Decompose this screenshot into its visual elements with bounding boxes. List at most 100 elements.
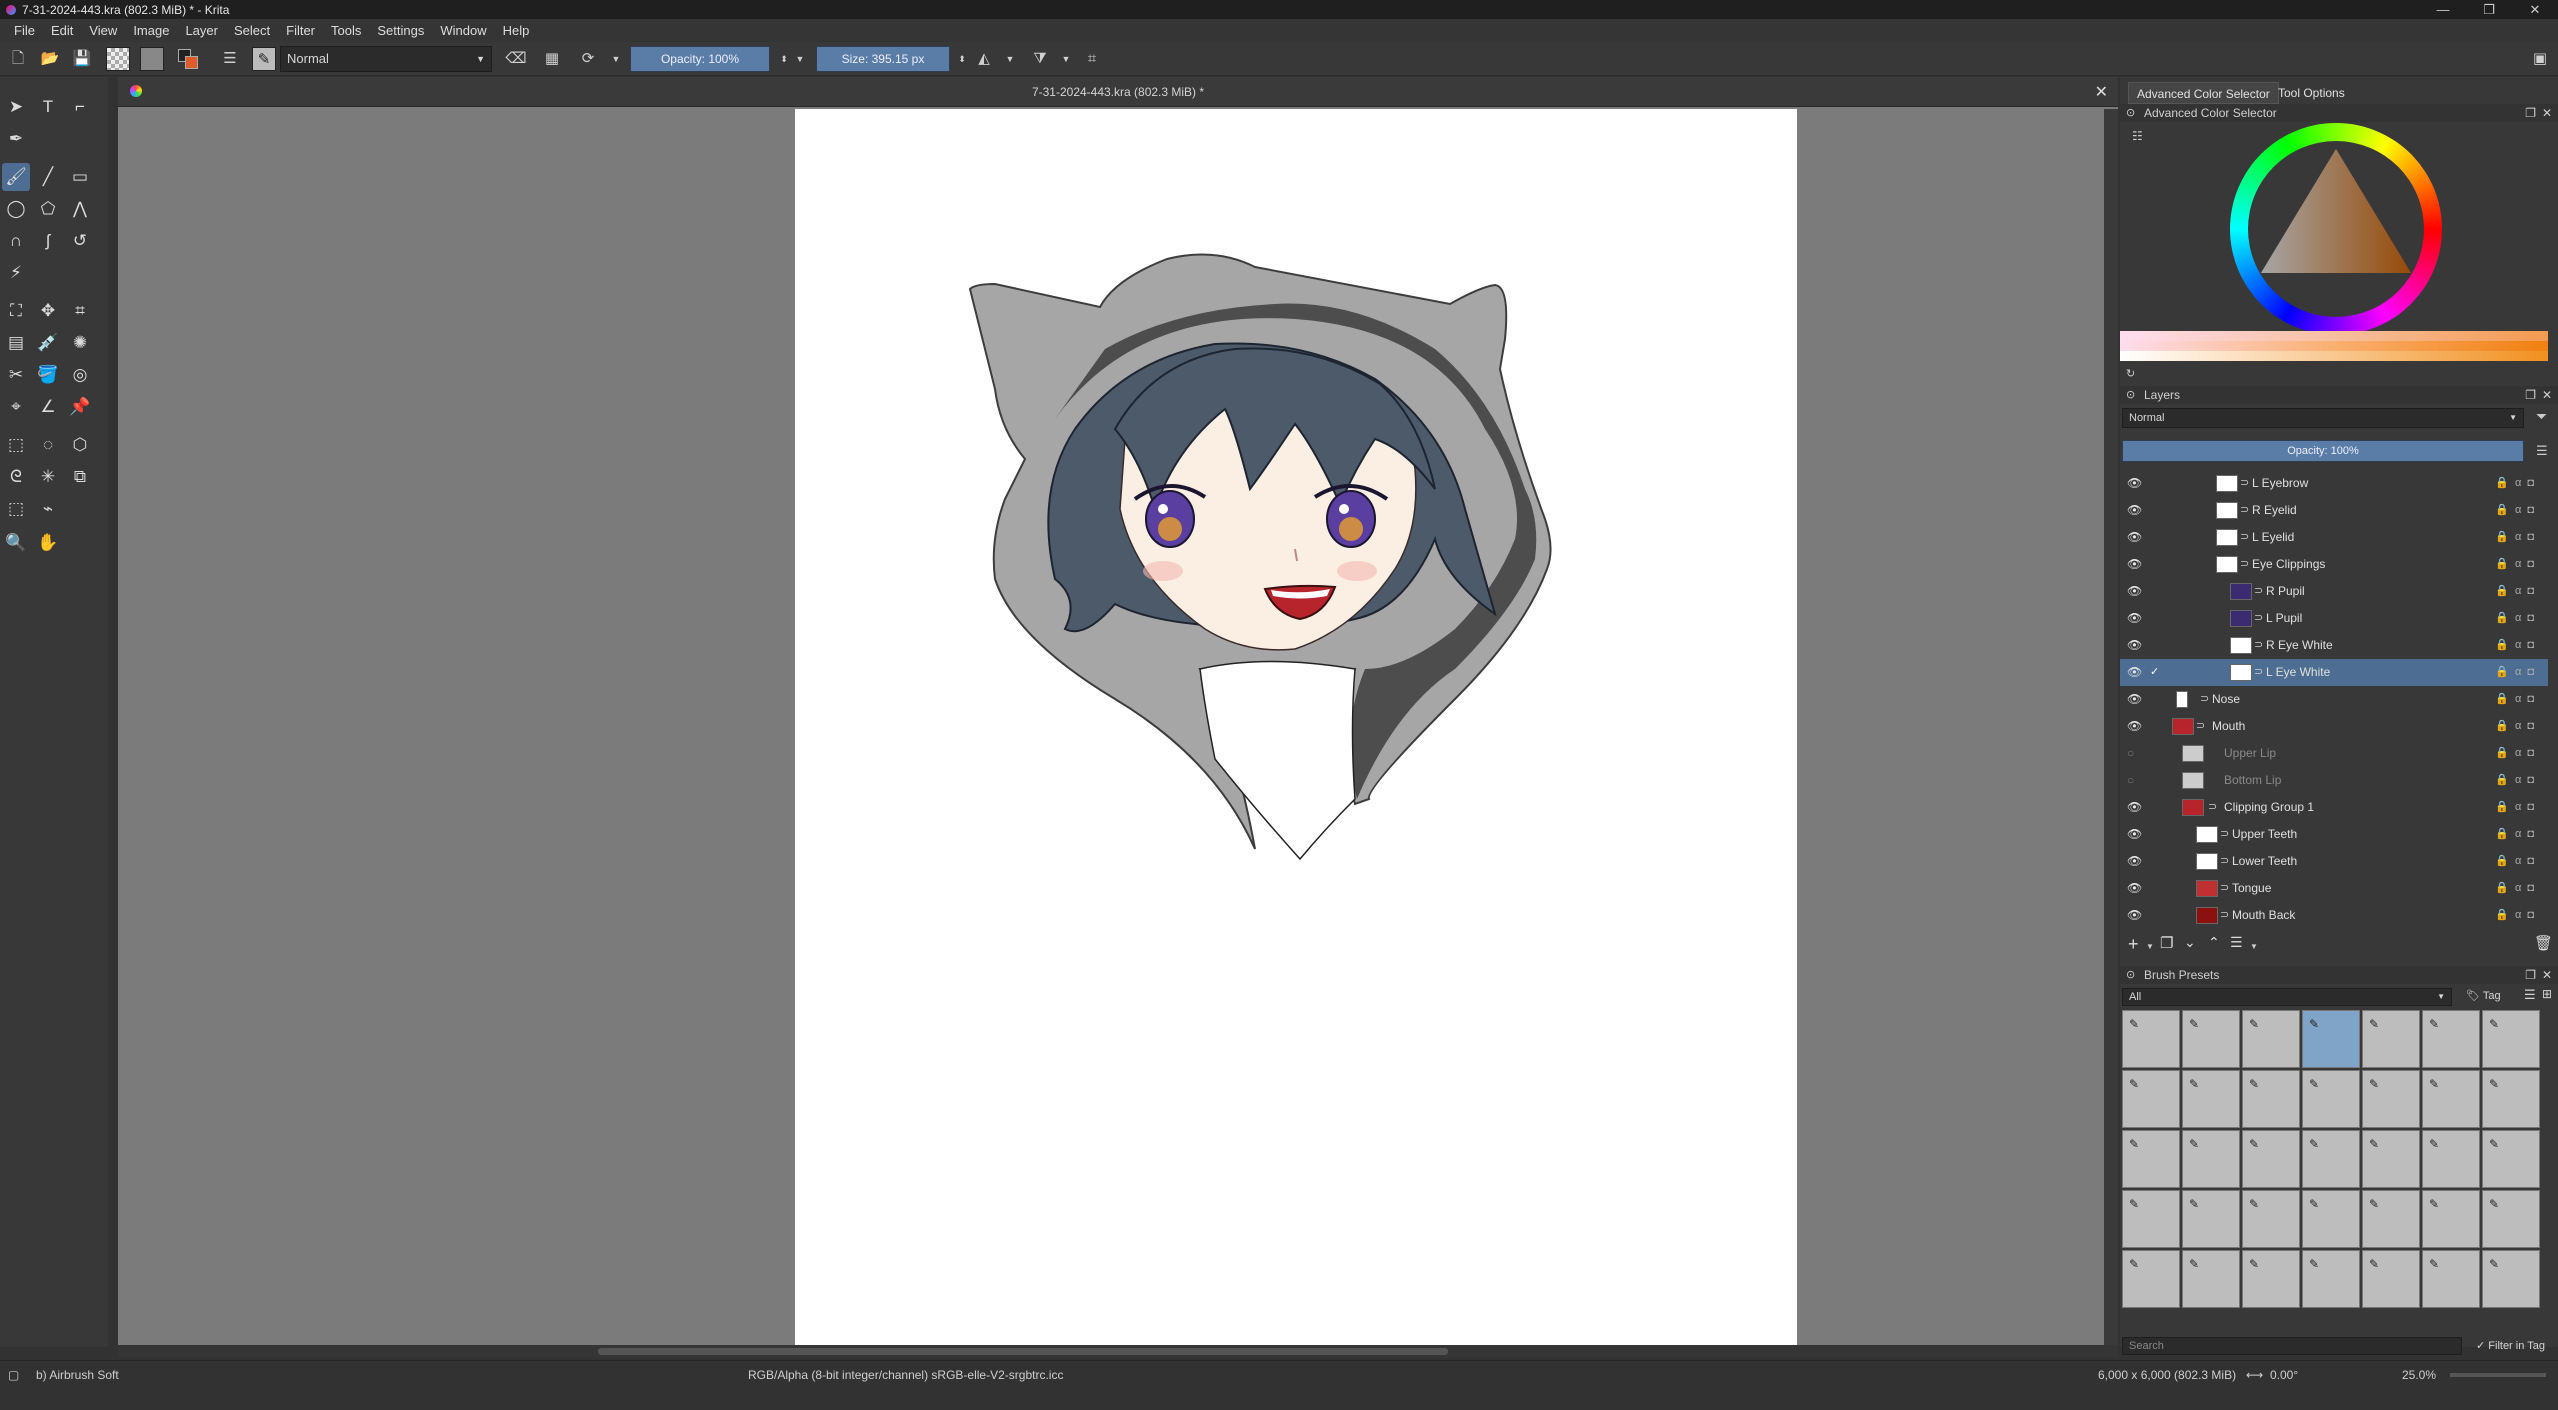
move-layer-up-icon[interactable]: ⌃	[2208, 934, 2220, 951]
layer-row-hidden[interactable]: ○ Upper Lip 🔒α◘	[2120, 740, 2548, 767]
layer-lock-alpha-icons[interactable]: 🔒α◘	[2495, 740, 2540, 767]
visibility-eye-icon[interactable]: 👁	[2127, 686, 2142, 713]
brush-settings-icon[interactable]: ⊞	[2542, 987, 2552, 1001]
crop-tool-icon[interactable]: ⌗	[66, 297, 94, 325]
filter-icon[interactable]: ⏷	[2536, 408, 2547, 425]
menu-settings[interactable]: Settings	[369, 23, 432, 38]
menu-file[interactable]: File	[6, 23, 43, 38]
scrollbar-thumb[interactable]	[598, 1348, 1448, 1355]
layer-row[interactable]: 👁 ⊃ Tongue 🔒α◘	[2120, 875, 2548, 902]
layer-lock-alpha-icons[interactable]: 🔒α◘	[2495, 524, 2540, 551]
rotate-icon[interactable]: ⟷	[2246, 1368, 2263, 1382]
calligraphy-icon[interactable]: ✒	[2, 125, 30, 153]
layer-lock-alpha-icons[interactable]: 🔒α◘	[2495, 713, 2540, 740]
reload-preset-icon[interactable]: ⟳	[576, 47, 600, 71]
layer-row-hidden[interactable]: ○ Bottom Lip 🔒α◘	[2120, 767, 2548, 794]
chevron-down-icon[interactable]: ▼	[2250, 942, 2258, 951]
layer-row[interactable]: 👁 ⊃ L Eyebrow 🔒α◘	[2120, 470, 2548, 497]
brush-preset[interactable]: ✎	[2422, 1010, 2480, 1068]
brush-preset[interactable]: ✎	[2242, 1250, 2300, 1308]
brush-preset[interactable]: ✎	[2122, 1130, 2180, 1188]
brush-preset[interactable]: ✎	[2242, 1190, 2300, 1248]
visibility-eye-icon[interactable]: 👁	[2127, 875, 2142, 902]
text-tool-icon[interactable]: T	[34, 93, 62, 121]
layer-row[interactable]: 👁 ⊃ Mouth Back 🔒α◘	[2120, 902, 2548, 929]
horizontal-scrollbar[interactable]	[118, 1345, 2118, 1358]
fg-bg-color-icon[interactable]	[176, 47, 200, 71]
brush-preset[interactable]: ✎	[2362, 1010, 2420, 1068]
layer-properties-icon[interactable]: ☰	[2230, 934, 2243, 951]
layer-blend-mode-select[interactable]: Normal ▼	[2122, 408, 2524, 428]
contiguous-select-icon[interactable]: ✳	[34, 463, 62, 491]
visibility-eye-icon[interactable]: 👁	[2127, 551, 2142, 578]
assistant-tool-icon[interactable]: ⌖	[2, 393, 30, 421]
layer-lock-alpha-icons[interactable]: 🔒α◘	[2495, 659, 2540, 686]
multibrush-icon[interactable]: ⚡	[2, 259, 30, 287]
menu-view[interactable]: View	[81, 23, 125, 38]
brush-preset[interactable]: ✎	[2422, 1250, 2480, 1308]
brush-preset[interactable]: ✎	[2302, 1190, 2360, 1248]
brush-filter-select[interactable]: All ▼	[2122, 988, 2452, 1006]
brush-preset[interactable]: ✎	[2302, 1250, 2360, 1308]
visibility-eye-icon[interactable]: 👁	[2127, 524, 2142, 551]
workspace-chooser-icon[interactable]: ▣	[2528, 47, 2552, 71]
similar-select-icon[interactable]: ⧉	[66, 463, 94, 491]
brush-editor-icon[interactable]: ☰	[218, 47, 242, 71]
layer-lock-alpha-icons[interactable]: 🔒α◘	[2495, 470, 2540, 497]
maximize-button[interactable]: ❐	[2466, 0, 2512, 19]
move-tool-icon[interactable]: ✥	[34, 297, 62, 325]
brush-preset[interactable]: ✎	[2242, 1130, 2300, 1188]
close-dock-icon[interactable]: ✕	[2542, 386, 2552, 404]
layer-row[interactable]: 👁 ⊃ R Eye White 🔒α◘	[2120, 632, 2548, 659]
bezier-select-icon[interactable]: ⬚	[2, 495, 30, 523]
visibility-eye-icon[interactable]: 👁	[2127, 632, 2142, 659]
layer-lock-alpha-icons[interactable]: 🔒α◘	[2495, 605, 2540, 632]
layer-lock-alpha-icons[interactable]: 🔒α◘	[2495, 686, 2540, 713]
close-document-icon[interactable]: ✕	[2095, 82, 2108, 102]
chevron-down-icon[interactable]: ▼	[604, 47, 628, 71]
brush-preset[interactable]: ✎	[2242, 1010, 2300, 1068]
visibility-eye-icon[interactable]: 👁	[2127, 659, 2142, 686]
chevron-down-icon[interactable]: ▼	[2146, 942, 2154, 951]
transform-tool-icon[interactable]: ⛶	[2, 297, 30, 325]
magnetic-select-icon[interactable]: ⌁	[34, 495, 62, 523]
view-options-icon[interactable]: ☰	[2524, 987, 2536, 1003]
visibility-eye-icon[interactable]: 👁	[2127, 470, 2142, 497]
menu-filter[interactable]: Filter	[278, 23, 323, 38]
float-dock-icon[interactable]: ❐	[2525, 104, 2536, 122]
colorize-mask-icon[interactable]: ✂	[2, 361, 30, 389]
layer-opacity-slider[interactable]: Opacity: 100%	[2122, 440, 2524, 462]
layer-lock-alpha-icons[interactable]: 🔒α◘	[2495, 767, 2540, 794]
open-document-icon[interactable]: 📂	[38, 47, 62, 71]
bezier-tool-icon[interactable]: ∩	[2, 227, 30, 255]
freehand-select-icon[interactable]: ᘓ	[2, 463, 30, 491]
gradient-tool-icon[interactable]: ▤	[2, 329, 30, 357]
rect-select-icon[interactable]: ⬚	[2, 431, 30, 459]
layer-row[interactable]: 👁 ⊃ Nose 🔒α◘	[2120, 686, 2548, 713]
brush-preset[interactable]: ✎	[2362, 1190, 2420, 1248]
freehand-path-icon[interactable]: ʃ	[34, 227, 62, 255]
brush-preset[interactable]: ✎	[2182, 1190, 2240, 1248]
freehand-brush-icon[interactable]: 🖌	[2, 163, 30, 191]
preserve-alpha-icon[interactable]: ▦	[540, 47, 564, 71]
duplicate-layer-icon[interactable]: ❐	[2160, 934, 2173, 952]
menu-help[interactable]: Help	[495, 23, 538, 38]
size-slider[interactable]: Size: 395.15 px	[816, 46, 950, 72]
layer-row[interactable]: 👁 ⊃ Mouth 🔒α◘	[2120, 713, 2548, 740]
brush-search-input[interactable]: Search	[2122, 1337, 2462, 1355]
close-dock-icon[interactable]: ✕	[2542, 966, 2552, 984]
delete-layer-icon[interactable]: 🗑	[2534, 934, 2553, 952]
close-dock-icon[interactable]: ✕	[2542, 104, 2552, 122]
menu-select[interactable]: Select	[226, 23, 278, 38]
visibility-eye-icon[interactable]: ○	[2127, 767, 2134, 794]
measure-tool-icon[interactable]: ∠	[34, 393, 62, 421]
vertical-scrollbar[interactable]	[2104, 109, 2118, 1345]
layer-lock-alpha-icons[interactable]: 🔒α◘	[2495, 794, 2540, 821]
layer-row[interactable]: 👁 ⊃ Clipping Group 1 🔒α◘	[2120, 794, 2548, 821]
zoom-tool-icon[interactable]: 🔍	[2, 529, 30, 557]
dock-lock-icon[interactable]: ⊙	[2126, 104, 2135, 122]
new-document-icon[interactable]: 🗋	[6, 47, 30, 71]
eraser-icon[interactable]: ⌫	[504, 47, 528, 71]
polygon-select-icon[interactable]: ⬡	[66, 431, 94, 459]
layer-row[interactable]: 👁 ⊃ Upper Teeth 🔒α◘	[2120, 821, 2548, 848]
